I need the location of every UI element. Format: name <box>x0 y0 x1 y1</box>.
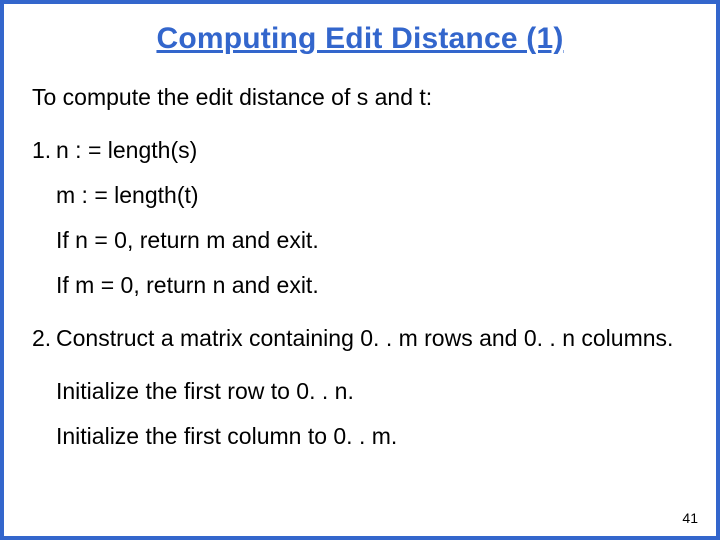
slide: Computing Edit Distance (1) To compute t… <box>0 0 720 540</box>
step-2-line-2: Initialize the first row to 0. . n. <box>32 376 688 407</box>
intro-text: To compute the edit distance of s and t: <box>32 84 688 111</box>
step-2-line-1-text: Construct a matrix containing 0. . m row… <box>56 323 688 354</box>
step-1-line-2: m : = length(t) <box>32 180 688 211</box>
step-1-line-1: 1. n : = length(s) <box>32 135 688 166</box>
step-2-number: 2. <box>32 323 56 354</box>
step-2-line-1: 2. Construct a matrix containing 0. . m … <box>32 323 688 354</box>
slide-title: Computing Edit Distance (1) <box>32 22 688 56</box>
step-2-line-3: Initialize the first column to 0. . m. <box>32 421 688 452</box>
step-1: 1. n : = length(s) m : = length(t) If n … <box>32 135 688 301</box>
step-1-line-4: If m = 0, return n and exit. <box>32 270 688 301</box>
page-number: 41 <box>682 510 698 526</box>
step-1-number: 1. <box>32 135 56 166</box>
step-1-line-3: If n = 0, return m and exit. <box>32 225 688 256</box>
step-1-line-1-text: n : = length(s) <box>56 135 688 166</box>
step-2: 2. Construct a matrix containing 0. . m … <box>32 323 688 452</box>
